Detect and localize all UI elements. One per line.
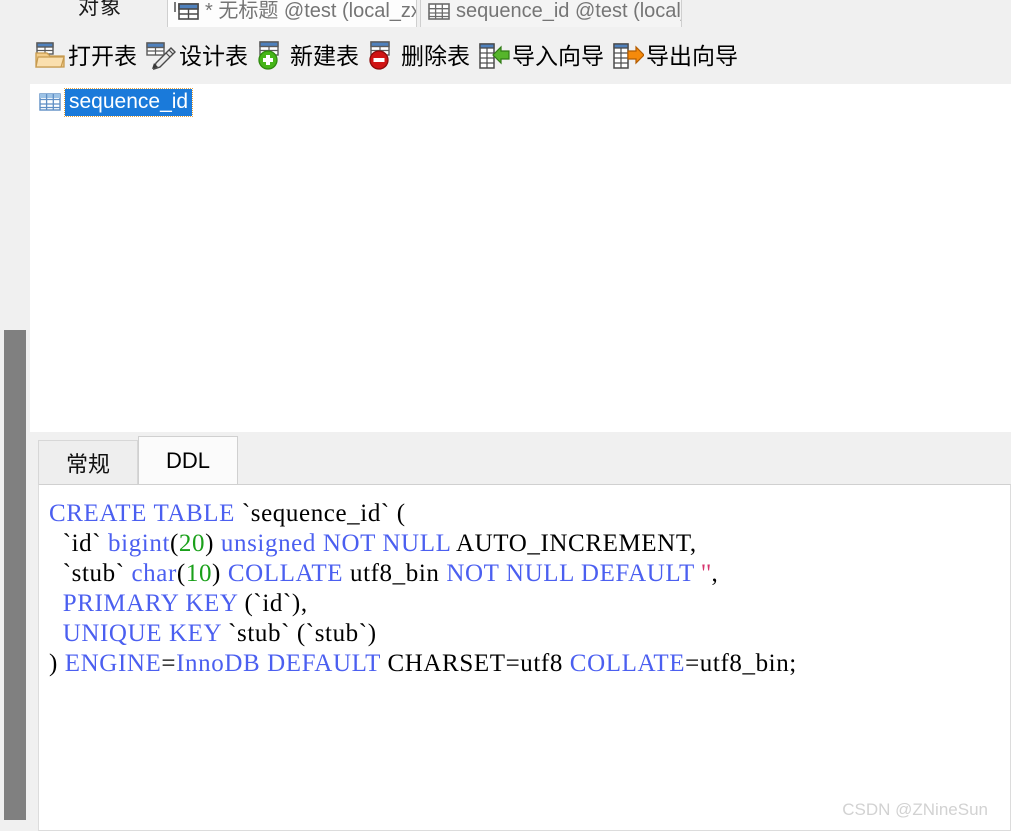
export-wizard-label: 导出向导	[646, 43, 738, 69]
ddl-token: bigint	[108, 530, 170, 557]
vertical-scrollbar-thumb[interactable]	[4, 330, 26, 820]
ddl-token: COLLATE	[227, 560, 350, 587]
ddl-token: CHARSET=utf8	[387, 650, 570, 677]
document-tab-label: * 无标题 @test (local_zx) - ...	[205, 0, 416, 22]
ddl-token: PRIMARY KEY	[49, 590, 245, 617]
plus-green-new-table-icon	[256, 41, 288, 71]
import-wizard-button[interactable]: 导入向导	[476, 36, 610, 76]
new-table-button[interactable]: 新建表	[254, 36, 365, 76]
table-grid-icon	[38, 91, 62, 113]
watermark: CSDN @ZNineSun	[842, 800, 988, 819]
document-tab-untitled[interactable]: * 无标题 @test (local_zx) - ...	[167, 0, 417, 28]
export-arrow-orange-icon	[612, 41, 645, 71]
document-tab-sequence-id[interactable]: sequence_id @test (local_z...	[420, 0, 682, 28]
nav-application-window: 对象 * 无标题 @test (local_zx) - ...	[0, 0, 1011, 831]
ddl-token: InnoDB DEFAULT	[176, 650, 388, 677]
open-table-label: 打开表	[68, 43, 137, 69]
tab-ddl[interactable]: DDL	[138, 436, 238, 484]
ddl-token: 10	[185, 560, 213, 587]
pencil-design-table-icon	[145, 41, 177, 71]
delete-table-button[interactable]: 删除表	[365, 36, 476, 76]
ddl-token: )	[212, 560, 228, 587]
ddl-token: (	[176, 560, 186, 587]
ddl-token: ''	[701, 560, 712, 587]
ddl-token: UNIQUE KEY	[49, 620, 229, 647]
ddl-token: `stub` (`stub`)	[228, 620, 377, 647]
delete-table-label: 删除表	[401, 43, 470, 69]
ddl-token: unsigned NOT NULL	[220, 530, 456, 557]
new-table-label: 新建表	[290, 43, 359, 69]
table-toolbar: 打开表 设计表 新建表 删除表 导入向导 导出向导	[30, 28, 1011, 84]
table-grid-icon	[174, 0, 200, 22]
ddl-token: char	[131, 560, 177, 587]
ddl-token: (	[169, 530, 179, 557]
info-panel: 常规 DDL CREATE TABLE `sequence_id` ( `id`…	[30, 432, 1011, 831]
import-arrow-green-icon	[478, 41, 510, 71]
ddl-token: =utf8_bin;	[685, 650, 797, 677]
ddl-token: AUTO_INCREMENT,	[456, 530, 697, 557]
ddl-token: CREATE TABLE	[49, 500, 242, 527]
document-tabstrip: 对象 * 无标题 @test (local_zx) - ...	[30, 0, 1011, 28]
export-wizard-button[interactable]: 导出向导	[610, 36, 744, 76]
info-panel-tabs: 常规 DDL	[38, 436, 238, 484]
ddl-token: )	[205, 530, 221, 557]
objects-label: 对象	[78, 0, 122, 19]
design-table-button[interactable]: 设计表	[143, 36, 254, 76]
design-table-label: 设计表	[179, 43, 248, 69]
document-tab-label: sequence_id @test (local_z...	[456, 0, 681, 22]
ddl-token: COLLATE	[569, 650, 686, 677]
ddl-token: (`id`),	[244, 590, 308, 617]
ddl-token: ENGINE	[64, 650, 162, 677]
ddl-token: utf8_bin	[349, 560, 447, 587]
open-folder-table-icon	[34, 41, 66, 71]
tab-general[interactable]: 常规	[38, 440, 138, 484]
minus-red-delete-table-icon	[367, 41, 399, 71]
ddl-token: 20	[178, 530, 206, 557]
ddl-token: `stub`	[49, 560, 132, 587]
ddl-token: =	[161, 650, 177, 677]
list-item-label: sequence_id	[63, 87, 194, 117]
table-grid-icon	[427, 0, 451, 22]
ddl-token: `sequence_id` (	[241, 500, 406, 527]
import-wizard-label: 导入向导	[512, 43, 604, 69]
open-table-button[interactable]: 打开表	[32, 36, 143, 76]
ddl-token: NOT NULL DEFAULT	[446, 560, 702, 587]
list-item[interactable]: sequence_id	[38, 87, 194, 117]
ddl-token: `id`	[49, 530, 109, 557]
ddl-token: ,	[711, 560, 719, 587]
ddl-text-area[interactable]: CREATE TABLE `sequence_id` ( `id` bigint…	[38, 484, 1011, 831]
ddl-code: CREATE TABLE `sequence_id` ( `id` bigint…	[49, 499, 797, 679]
object-list-pane: sequence_id	[30, 84, 1011, 432]
left-gutter	[0, 0, 30, 831]
ddl-token: )	[49, 650, 65, 677]
